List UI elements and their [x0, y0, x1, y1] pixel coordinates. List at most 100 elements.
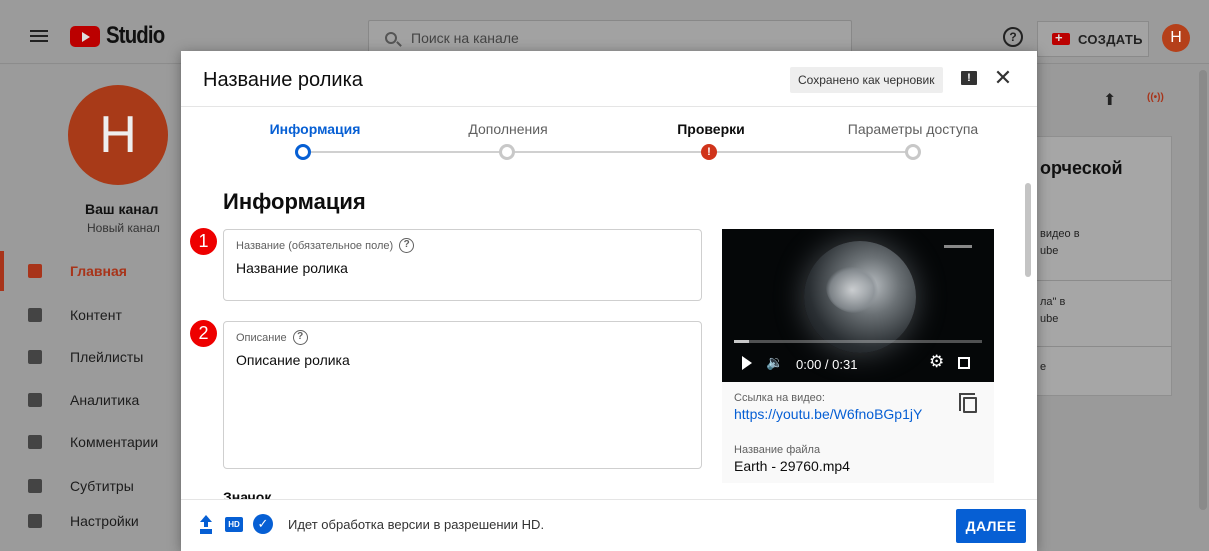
volume-icon[interactable]: 🔉	[766, 354, 783, 371]
upload-details-dialog: Название ролика Сохранено как черновик !…	[181, 51, 1037, 551]
sidebar-item-dashboard[interactable]: Главная	[0, 251, 180, 291]
video-preview-card: 🔉 0:00 / 0:31 ⚙ Ссылка на видео: https:/…	[722, 229, 994, 483]
sidebar-item-label: Аналитика	[70, 392, 140, 408]
title-field-label: Название (обязательное поле)	[236, 239, 394, 252]
filename-value: Earth - 29760.mp4	[734, 458, 850, 474]
stepper-track	[311, 151, 913, 153]
hd-badge-icon: HD	[225, 517, 243, 532]
search-icon	[385, 32, 397, 44]
description-field[interactable]: Описание ? Описание ролика	[223, 321, 702, 469]
step-details[interactable]: Информация	[235, 121, 395, 137]
step-checks[interactable]: Проверки	[631, 121, 791, 137]
dialog-footer: HD ✓ Идет обработка версии в разрешении …	[181, 499, 1037, 551]
account-avatar[interactable]: H	[1162, 24, 1190, 52]
dashboard-icon	[28, 264, 42, 278]
sidebar-item-label: Субтитры	[70, 478, 134, 494]
video-player[interactable]: 🔉 0:00 / 0:31 ⚙	[722, 229, 994, 382]
help-icon[interactable]: ?	[399, 238, 415, 253]
dialog-header: Название ролика Сохранено как черновик !…	[181, 51, 1037, 107]
step-dot-visibility[interactable]	[905, 144, 921, 160]
search-placeholder: Поиск на канале	[411, 30, 519, 46]
annotation-marker: 2	[190, 320, 217, 347]
help-icon[interactable]: ?	[292, 330, 308, 345]
sidebar-item-content[interactable]: Контент	[0, 295, 180, 335]
page-scrollbar[interactable]	[1199, 70, 1207, 510]
sidebar-item-label: Настройки	[70, 513, 139, 529]
step-visibility[interactable]: Параметры доступа	[833, 121, 993, 137]
annotation-marker: 1	[190, 228, 217, 255]
step-elements[interactable]: Дополнения	[428, 121, 588, 137]
upload-icon[interactable]: ⬆	[1103, 90, 1116, 110]
video-progress-fill	[734, 340, 749, 343]
sidebar-item-analytics[interactable]: Аналитика	[0, 380, 180, 420]
play-icon[interactable]	[742, 356, 752, 370]
sidebar-item-label: Комментарии	[70, 434, 159, 450]
subtitles-icon	[28, 479, 42, 493]
video-frame-globe	[804, 241, 916, 353]
logo-text: Studio	[106, 22, 165, 49]
video-link[interactable]: https://youtu.be/W6fnoBGp1jY	[734, 406, 922, 422]
sidebar-item-comments[interactable]: Комментарии	[0, 422, 180, 462]
fullscreen-icon[interactable]	[958, 357, 970, 369]
video-filename-block: Название файла Earth - 29760.mp4	[734, 444, 850, 474]
thumbnail-section-title: Значок	[223, 489, 272, 499]
settings-icon	[28, 514, 42, 528]
studio-logo[interactable]: Studio	[70, 22, 175, 50]
background-card-text: ube	[1040, 313, 1059, 325]
create-button[interactable]: СОЗДАТЬ	[1037, 21, 1149, 57]
sidebar-item-settings[interactable]: Настройки	[0, 501, 180, 541]
background-card-title: орческой	[1040, 158, 1123, 178]
title-field[interactable]: Название (обязательное поле) ? Название …	[223, 229, 702, 301]
filename-label: Название файла	[734, 444, 821, 456]
video-overlay-bar	[944, 245, 972, 248]
gear-icon[interactable]: ⚙	[929, 352, 944, 372]
sidebar: H Ваш канал Новый канал Главная Контент …	[0, 65, 180, 551]
dialog-scrollbar[interactable]	[1025, 183, 1031, 277]
go-live-icon[interactable]: ((•))	[1147, 92, 1164, 103]
upload-icon	[199, 515, 213, 533]
sidebar-item-playlists[interactable]: Плейлисты	[0, 337, 180, 377]
title-input[interactable]: Название ролика	[236, 260, 689, 276]
background-card-text: ube	[1040, 245, 1059, 257]
title-field-label-row: Название (обязательное поле) ?	[236, 238, 689, 253]
channel-name: Ваш канал	[85, 201, 159, 217]
background-card-text: видео в	[1040, 228, 1080, 240]
upload-stepper: Информация Дополнения Проверки Параметры…	[181, 115, 1001, 165]
channel-subtitle: Новый канал	[87, 221, 160, 235]
content-icon	[28, 308, 42, 322]
check-icon: ✓	[253, 514, 273, 534]
feedback-icon[interactable]: !	[961, 71, 977, 85]
comments-icon	[28, 435, 42, 449]
step-dot-details[interactable]	[295, 144, 311, 160]
channel-avatar[interactable]: H	[68, 85, 168, 185]
step-dot-elements[interactable]	[499, 144, 515, 160]
help-icon[interactable]: ?	[1003, 27, 1023, 47]
youtube-logo-icon	[70, 25, 100, 47]
sidebar-item-subtitles[interactable]: Субтитры	[0, 466, 180, 506]
divider	[1036, 280, 1172, 281]
video-link-label: Ссылка на видео:	[734, 392, 825, 404]
dialog-body: Информация 1 Название (обязательное поле…	[181, 171, 1037, 499]
section-title: Информация	[223, 189, 366, 214]
next-button[interactable]: ДАЛЕЕ	[956, 509, 1026, 543]
sidebar-item-label: Главная	[70, 263, 127, 279]
playlists-icon	[28, 350, 42, 364]
video-progress-bar[interactable]	[734, 340, 982, 343]
step-error-icon[interactable]: !	[701, 144, 717, 160]
create-video-icon	[1052, 30, 1070, 45]
video-frame-landmass	[826, 267, 878, 313]
description-field-label-row: Описание ?	[236, 330, 689, 345]
processing-status: Идет обработка версии в разрешении HD.	[288, 517, 545, 532]
saved-draft-badge: Сохранено как черновик	[790, 67, 943, 93]
video-link-block: Ссылка на видео: https://youtu.be/W6fnoB…	[734, 392, 922, 422]
copy-icon[interactable]	[959, 393, 977, 413]
close-icon[interactable]: ✕	[993, 65, 1013, 91]
divider	[1036, 346, 1172, 347]
dialog-title: Название ролика	[203, 69, 363, 91]
menu-icon[interactable]	[30, 30, 48, 42]
background-card-text: ла" в	[1040, 296, 1066, 308]
create-label: СОЗДАТЬ	[1078, 31, 1143, 47]
video-time: 0:00 / 0:31	[796, 357, 858, 372]
description-input[interactable]: Описание ролика	[236, 352, 689, 368]
sidebar-item-label: Плейлисты	[70, 349, 144, 365]
